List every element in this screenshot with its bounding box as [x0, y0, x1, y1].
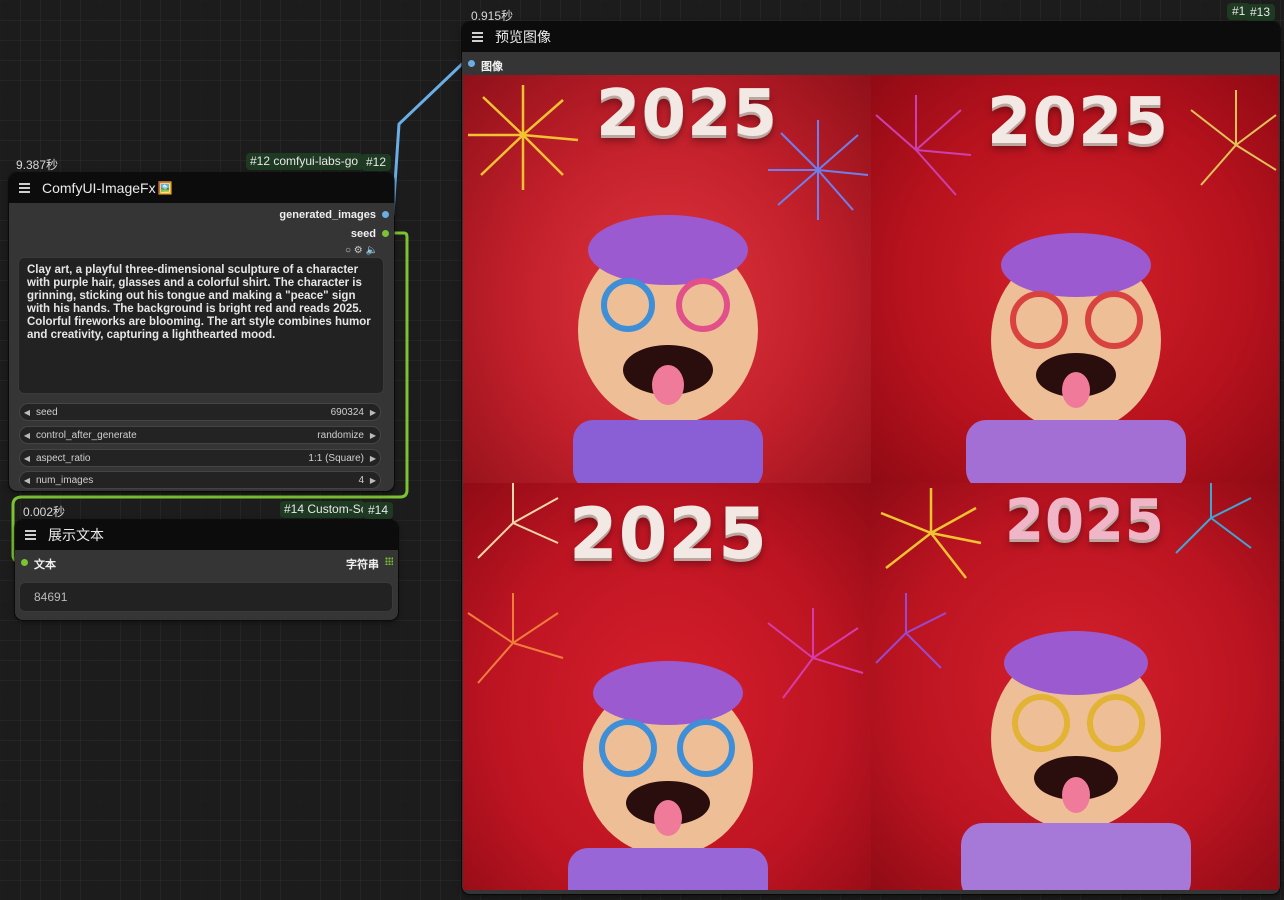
grid-dots-icon[interactable] [385, 557, 393, 565]
seed-widget-value: 690324 [330, 406, 364, 418]
seed-output-slot[interactable] [382, 230, 389, 237]
generated-image-3[interactable]: 2025 [463, 482, 871, 890]
string-output-label: 字符串 [346, 559, 379, 571]
year-text: 2025 [569, 492, 768, 575]
aspect-ratio-label: aspect_ratio [36, 452, 91, 464]
prompt-textarea[interactable]: Clay art, a playful three-dimensional sc… [18, 257, 384, 394]
node12-timing: 9.387秒 [16, 158, 59, 172]
generated-image-1[interactable]: 2025 [463, 75, 871, 483]
decrement-arrow-icon[interactable]: ◀ [20, 454, 34, 463]
preview-image-node[interactable]: 预览图像 图像 2025 2025 2025 2025 [462, 22, 1280, 894]
node12-source-badge: #12 comfyui-labs-go [246, 153, 363, 170]
node13-title: 预览图像 [495, 29, 551, 45]
comfyui-imagefx-node[interactable]: ComfyUI-ImageFx 🖼️ generated_images seed… [9, 173, 394, 491]
text-output-display: 84691 [19, 582, 393, 612]
menu-icon[interactable] [25, 530, 39, 540]
node12-id-badge: #12 [361, 154, 392, 171]
speaker-icon[interactable]: 🔈 [366, 245, 378, 256]
control-after-generate-label: control_after_generate [36, 429, 137, 441]
gear-icon[interactable]: ⚙ [354, 245, 363, 256]
year-text: 2025 [987, 85, 1170, 159]
menu-icon[interactable] [19, 183, 33, 193]
increment-arrow-icon[interactable]: ▶ [366, 408, 380, 417]
generated-images-output-slot[interactable] [382, 211, 389, 218]
control-after-generate-widget[interactable]: ◀ control_after_generate randomize ▶ [19, 426, 381, 444]
node14-title: 展示文本 [48, 527, 104, 543]
increment-arrow-icon[interactable]: ▶ [366, 454, 380, 463]
decrement-arrow-icon[interactable]: ◀ [20, 431, 34, 440]
output-generated-images-label: generated_images [279, 209, 376, 221]
image-input-label: 图像 [481, 61, 503, 73]
node13-id-badge: #13 [1245, 4, 1276, 21]
decrement-arrow-icon[interactable]: ◀ [20, 408, 34, 417]
output-seed-label: seed [350, 228, 376, 240]
node14-timing: 0.002秒 [23, 505, 66, 519]
node14-source-badge: #14 Custom-Scripts [280, 501, 365, 518]
decrement-arrow-icon[interactable]: ◀ [20, 476, 34, 485]
show-text-node[interactable]: 展示文本 文本 字符串 84691 [15, 520, 398, 620]
num-images-value: 4 [358, 474, 364, 486]
generated-image-4[interactable]: 2025 [871, 482, 1279, 890]
node12-status-icons: ○ ⚙ 🔈 [345, 245, 378, 256]
image-emoji-icon: 🖼️ [157, 181, 173, 195]
year-text: 2025 [596, 77, 779, 151]
image-link-wire [386, 62, 472, 216]
node12-title: ComfyUI-ImageFx [42, 180, 156, 196]
text-input-label: 文本 [34, 559, 56, 571]
node14-id-badge: #14 [363, 502, 394, 519]
generated-image-2[interactable]: 2025 [871, 75, 1279, 483]
aspect-ratio-widget[interactable]: ◀ aspect_ratio 1:1 (Square) ▶ [19, 449, 381, 467]
text-input-slot[interactable] [21, 559, 28, 566]
seed-widget-label: seed [36, 406, 58, 418]
aspect-ratio-value: 1:1 (Square) [308, 452, 364, 464]
menu-icon[interactable] [472, 32, 486, 42]
node12-title-bar[interactable]: ComfyUI-ImageFx 🖼️ [9, 173, 394, 203]
year-text: 2025 [1005, 487, 1165, 553]
preview-image-grid: 2025 2025 2025 2025 [463, 75, 1279, 890]
num-images-widget[interactable]: ◀ num_images 4 ▶ [19, 471, 381, 489]
increment-arrow-icon[interactable]: ▶ [366, 431, 380, 440]
seed-widget[interactable]: ◀ seed 690324 ▶ [19, 403, 381, 421]
node13-title-bar[interactable]: 预览图像 [462, 22, 1280, 52]
image-input-slot[interactable] [468, 60, 475, 67]
circle-icon[interactable]: ○ [345, 245, 351, 256]
increment-arrow-icon[interactable]: ▶ [366, 476, 380, 485]
control-after-generate-value: randomize [317, 429, 364, 441]
num-images-label: num_images [36, 474, 94, 486]
node14-title-bar[interactable]: 展示文本 [15, 520, 398, 550]
